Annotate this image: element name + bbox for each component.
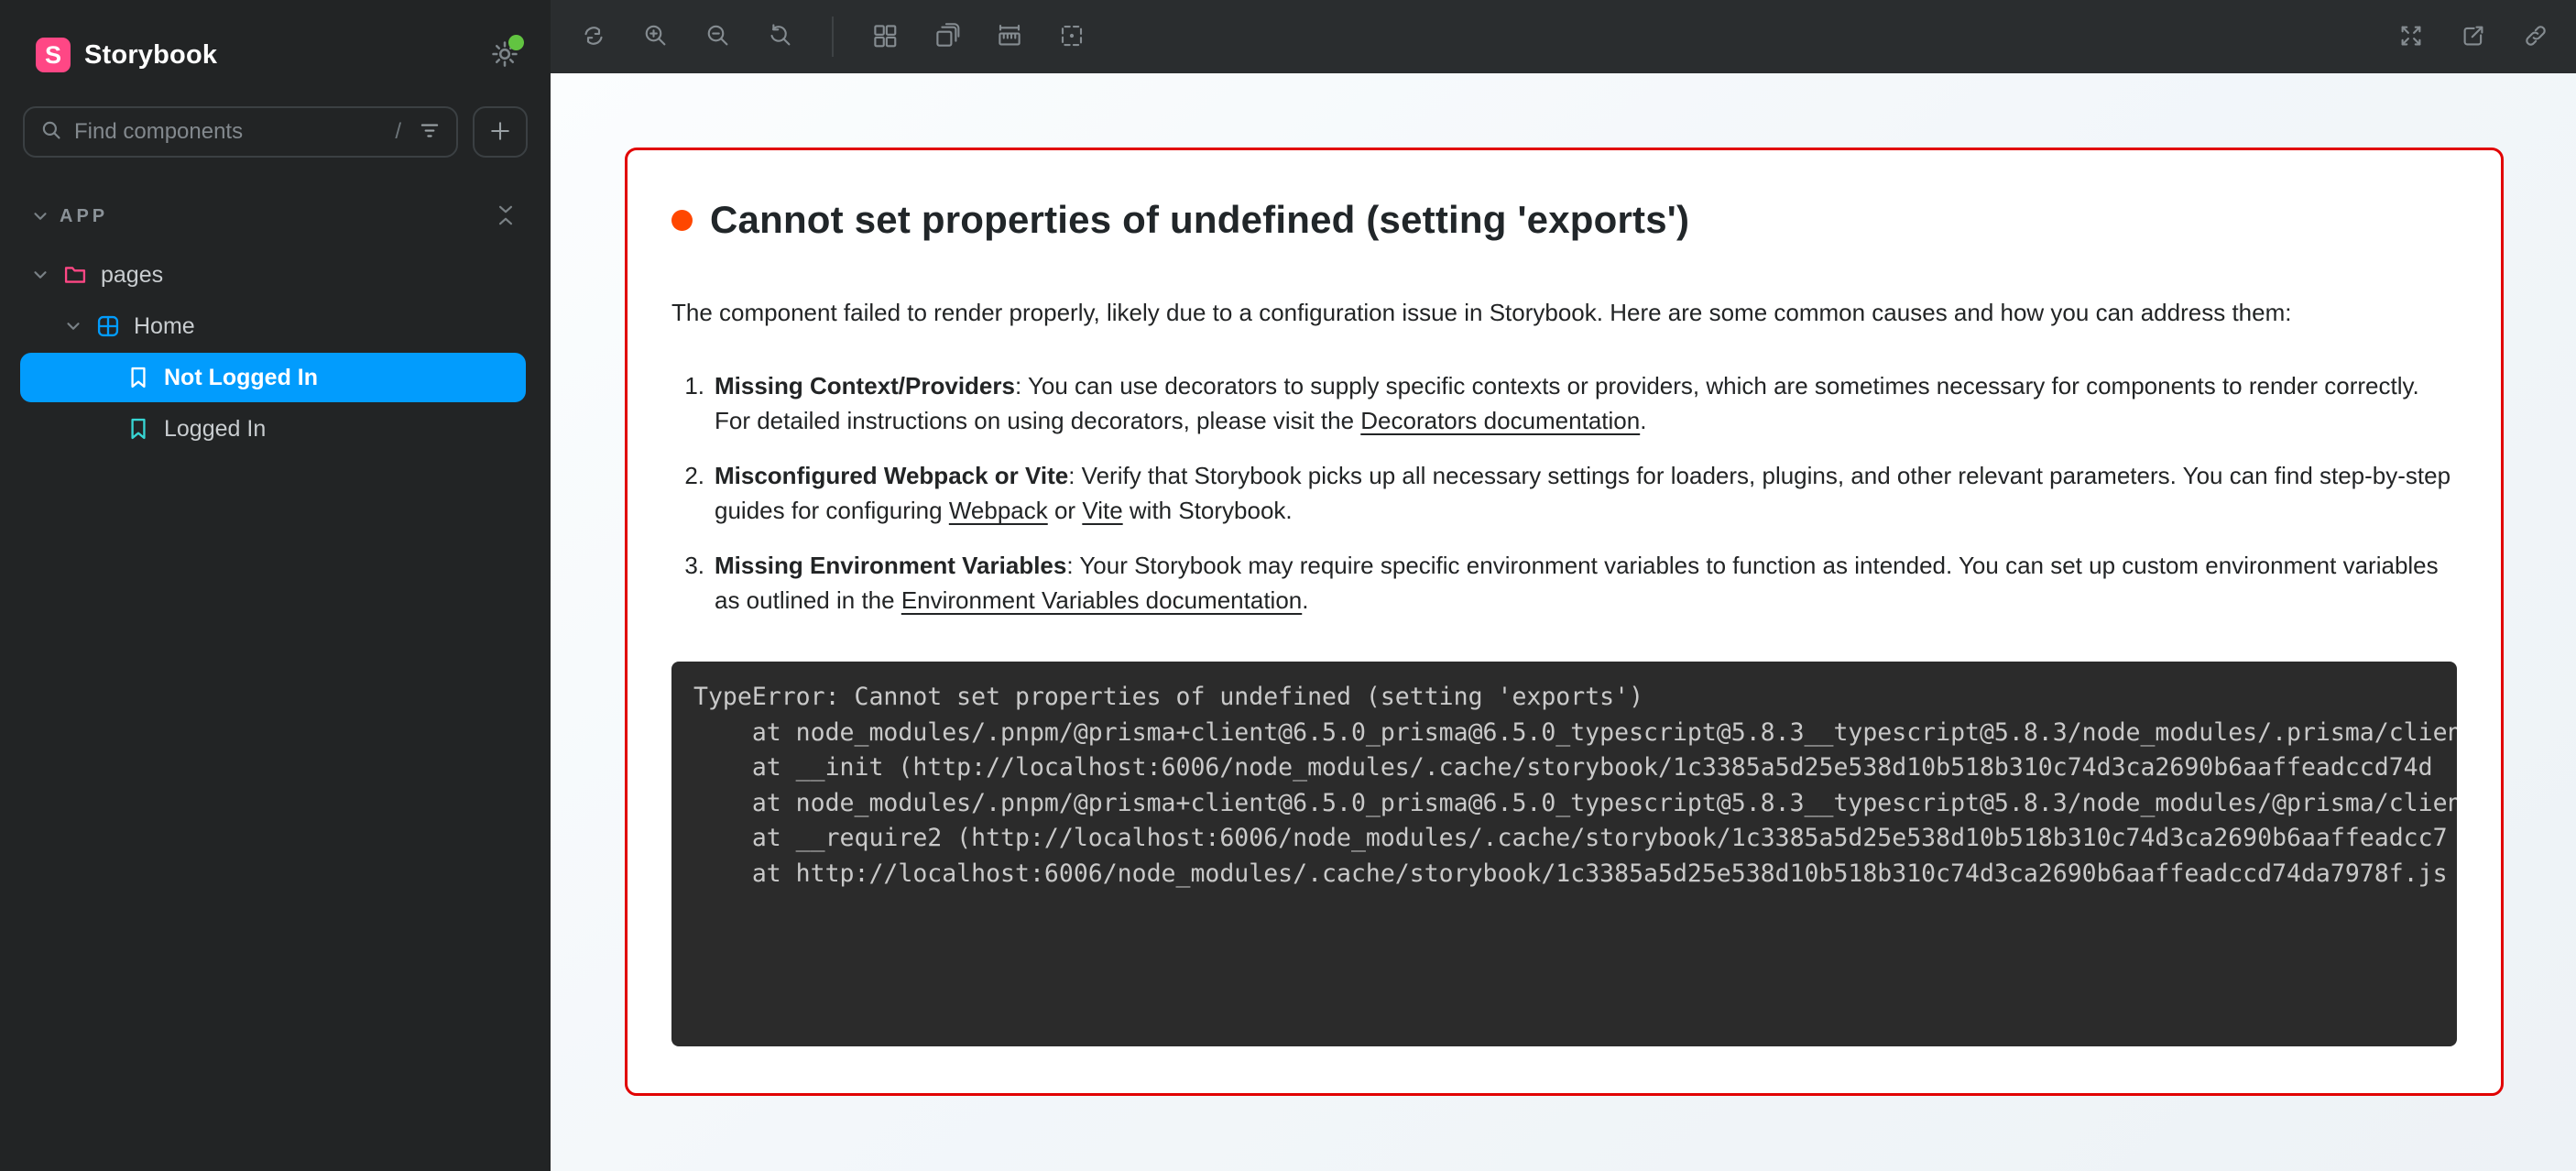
tree-item-home[interactable]: Home [0,301,551,352]
cause-text: . [1302,586,1308,614]
toolbar-left-group [575,0,1090,73]
story-tree: pages Home Not Logged In Logged In [0,249,551,454]
bookmark-icon [125,364,152,391]
filter-icon[interactable] [418,118,442,147]
stack-line: at http://localhost:6006/node_modules/.c… [693,857,2435,892]
component-icon [94,312,122,340]
error-intro: The component failed to render properly,… [671,295,2457,330]
environment-variables-documentation-link[interactable]: Environment Variables documentation [901,586,1302,614]
plus-icon [487,118,513,147]
copy-link-icon [2522,22,2549,52]
cause-text: or [1048,497,1083,524]
copy-link-button[interactable] [2517,18,2554,55]
cause-item-1: 1. Missing Context/Providers: You can us… [671,368,2457,438]
bookmark-icon [125,415,152,443]
update-status-dot [508,35,524,50]
fullscreen-icon [2397,22,2425,52]
measure-button[interactable] [991,18,1028,55]
cause-item-3: 3. Missing Environment Variables: Your S… [671,548,2457,618]
tree-item-label: Home [134,313,195,340]
tree-item-label: Logged In [164,416,266,443]
cause-bold: Missing Context/Providers [715,372,1015,399]
zoom-out-button[interactable] [700,18,737,55]
stack-line: TypeError: Cannot set properties of unde… [693,680,2435,716]
list-number: 1. [671,368,704,438]
cause-bold: Misconfigured Webpack or Vite [715,462,1068,489]
search-box[interactable]: / [23,106,458,158]
cause-text: . [1640,407,1646,434]
folder-icon [61,261,89,289]
decorators-documentation-link[interactable]: Decorators documentation [1360,407,1640,434]
zoom-reset-icon [767,22,794,52]
cause-list: 1. Missing Context/Providers: You can us… [671,368,2457,618]
grid-icon [871,22,899,52]
tree-item-label: Not Logged In [164,365,318,391]
sidebar: S Storybook / APP [0,0,551,1171]
vite-link[interactable]: Vite [1082,497,1122,524]
viewport-icon [933,22,961,52]
create-story-button[interactable] [473,106,528,158]
chevron-down-icon[interactable] [30,206,50,226]
stack-line: at __init (http://localhost:6006/node_mo… [693,750,2435,786]
fullscreen-button[interactable] [2393,18,2429,55]
tree-item-pages[interactable]: pages [0,249,551,301]
remount-button[interactable] [575,18,612,55]
search-input[interactable] [74,119,387,145]
viewport-button[interactable] [929,18,966,55]
outline-button[interactable] [1053,18,1090,55]
measure-icon [996,22,1023,52]
settings-button[interactable] [486,37,523,73]
list-number: 2. [671,458,704,528]
error-heading: Cannot set properties of undefined (sett… [671,198,2457,242]
tree-item-logged-in[interactable]: Logged In [0,403,551,454]
brand[interactable]: S Storybook [36,37,523,73]
sidebar-section-app: APP [30,198,519,235]
open-external-button[interactable] [2455,18,2492,55]
chevron-down-icon [30,265,50,285]
cause-item-2: 2. Misconfigured Webpack or Vite: Verify… [671,458,2457,528]
stack-line: at __require2 (http://localhost:6006/nod… [693,821,2435,857]
tree-item-not-logged-in-selected[interactable]: Not Logged In [20,353,526,402]
error-title: Cannot set properties of undefined (sett… [710,198,1689,242]
remount-icon [580,22,607,52]
zoom-reset-button[interactable] [762,18,799,55]
zoom-out-icon [704,22,732,52]
tree-item-label: pages [101,262,163,289]
error-dot-icon [671,210,693,231]
open-external-icon [2460,22,2487,52]
search-icon [39,118,63,147]
chevron-down-icon [63,316,83,336]
section-label: APP [60,206,108,227]
zoom-in-button[interactable] [638,18,674,55]
search-row: / [23,106,528,158]
preview-canvas: Cannot set properties of undefined (sett… [551,73,2576,1171]
collapse-icon [494,203,518,230]
outline-icon [1058,22,1086,52]
storybook-logo-icon: S [36,38,71,72]
list-number: 3. [671,548,704,618]
toolbar-right-group [2393,0,2554,73]
webpack-link[interactable]: Webpack [949,497,1048,524]
zoom-in-icon [642,22,670,52]
collapse-all-button[interactable] [492,200,519,233]
search-shortcut-hint: / [395,119,401,145]
error-card: Cannot set properties of undefined (sett… [625,148,2504,1096]
brand-title: Storybook [84,40,217,71]
stack-trace-block: TypeError: Cannot set properties of unde… [671,662,2457,1046]
toolbar-separator [832,16,834,57]
stack-line: at node_modules/.pnpm/@prisma+client@6.5… [693,716,2435,751]
cause-text: with Storybook. [1123,497,1293,524]
stack-line: at node_modules/.pnpm/@prisma+client@6.5… [693,786,2435,822]
grid-toggle-button[interactable] [867,18,903,55]
cause-bold: Missing Environment Variables [715,552,1066,579]
